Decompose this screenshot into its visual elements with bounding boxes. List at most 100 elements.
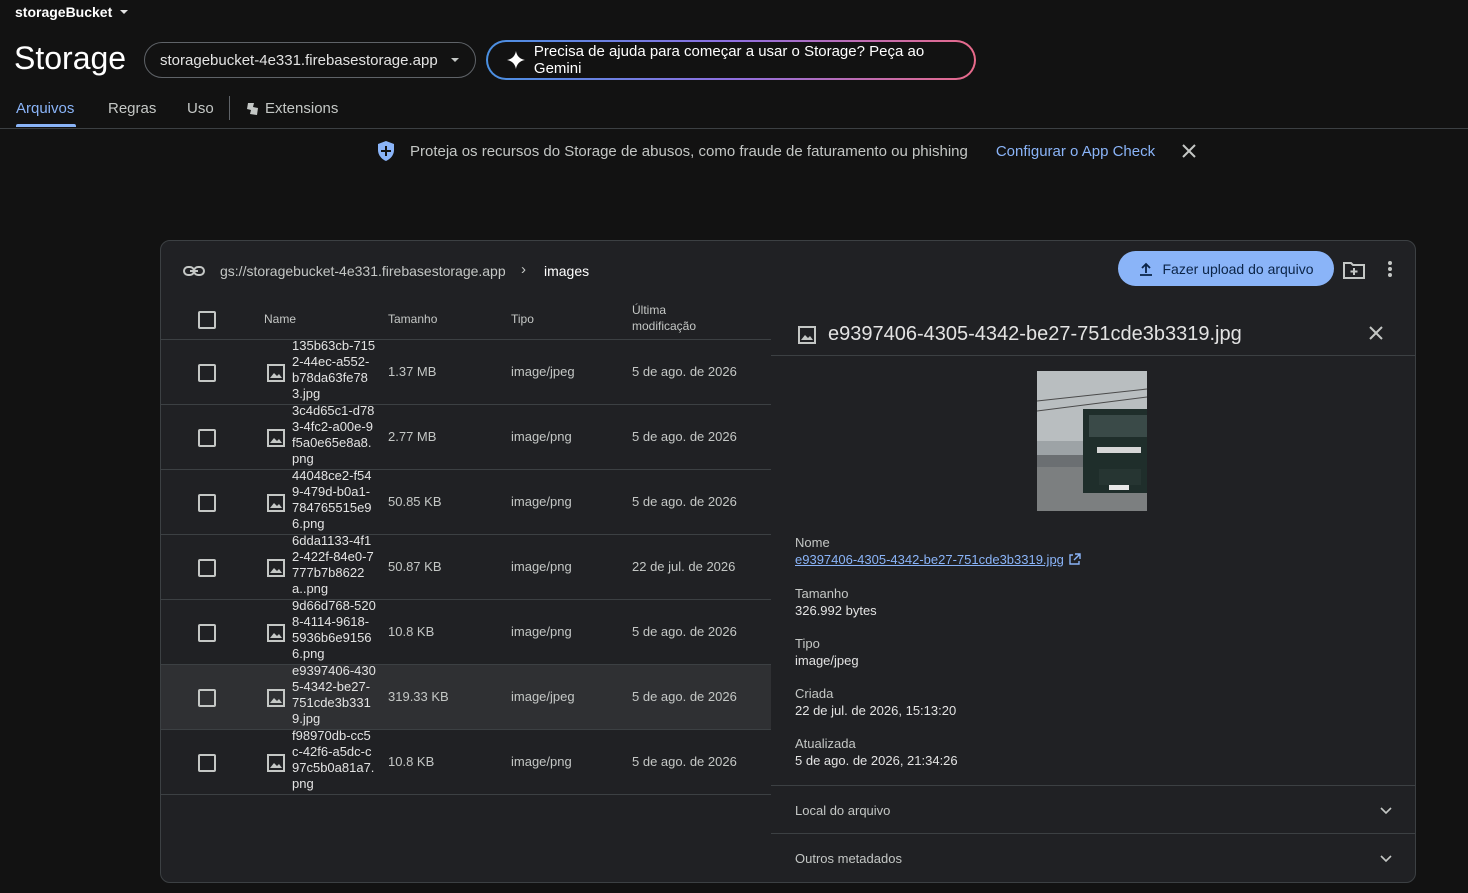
- chevron-down-icon: [1380, 807, 1392, 815]
- tab-uso[interactable]: Uso: [187, 100, 214, 117]
- banner-text: Proteja os recursos do Storage de abusos…: [410, 142, 968, 160]
- table-row[interactable]: 44048ce2-f549-479d-b0a1-784765515e96.png…: [161, 468, 771, 535]
- chevron-down-icon: [1380, 855, 1392, 863]
- image-icon: [267, 624, 285, 642]
- image-icon: [267, 754, 285, 772]
- sparkle-icon: [506, 51, 525, 69]
- page-title: Storage: [14, 40, 127, 76]
- upload-icon: [1139, 262, 1152, 276]
- tab-extensions[interactable]: Extensions: [245, 100, 338, 117]
- table-row[interactable]: e9397406-4305-4342-be27-751cde3b3319.jpg…: [161, 663, 771, 730]
- upload-file-label: Fazer upload do arquivo: [1162, 260, 1314, 277]
- project-selector[interactable]: storageBucket: [15, 4, 130, 20]
- table-row[interactable]: 135b63cb-7152-44ec-a552-b78da63fe783.jpg…: [161, 338, 771, 405]
- gemini-help-label: Precisa de ajuda para começar a usar o S…: [533, 43, 925, 77]
- image-icon: [267, 429, 285, 447]
- file-modified: 5 de ago. de 2026: [632, 364, 737, 379]
- link-icon[interactable]: [183, 263, 205, 279]
- file-type: image/png: [511, 429, 572, 444]
- file-modified: 22 de jul. de 2026: [632, 559, 736, 574]
- row-checkbox[interactable]: [198, 624, 216, 642]
- other-metadata-section[interactable]: Outros metadados: [771, 833, 1415, 882]
- meta-value: 326.992 bytes: [795, 603, 877, 618]
- meta-label: Criada: [795, 686, 834, 701]
- more-vert-icon[interactable]: [1387, 260, 1393, 278]
- configure-app-check-link[interactable]: Configurar o App Check: [996, 143, 1155, 160]
- active-tab-indicator: [16, 124, 76, 127]
- file-size: 10.8 KB: [388, 754, 435, 769]
- file-modified: 5 de ago. de 2026: [632, 624, 737, 639]
- new-folder-icon[interactable]: [1342, 260, 1366, 280]
- bucket-select[interactable]: storagebucket-4e331.firebasestorage.app: [144, 42, 476, 78]
- row-checkbox[interactable]: [198, 754, 216, 772]
- file-name-link[interactable]: e9397406-4305-4342-be27-751cde3b3319.jpg: [795, 552, 1081, 567]
- upload-file-button[interactable]: Fazer upload do arquivo: [1118, 251, 1334, 286]
- chevron-right-icon: ›: [521, 261, 526, 278]
- file-modified: 5 de ago. de 2026: [632, 754, 737, 769]
- col-name-header[interactable]: Name: [264, 312, 296, 326]
- meta-label: Nome: [795, 535, 830, 550]
- file-name[interactable]: 3c4d65c1-d783-4fc2-a00e-9f5a0e65e8a8.png: [292, 403, 376, 467]
- file-name[interactable]: 44048ce2-f549-479d-b0a1-784765515e96.png: [292, 468, 376, 532]
- caret-down-icon: [120, 10, 129, 14]
- image-icon: [798, 326, 816, 344]
- table-row[interactable]: 9d66d768-5208-4114-9618-5936b6e91566.png…: [161, 598, 771, 665]
- image-icon: [267, 689, 285, 707]
- project-name: storageBucket: [15, 4, 113, 20]
- file-size: 10.8 KB: [388, 624, 435, 639]
- row-checkbox[interactable]: [198, 494, 216, 512]
- caret-down-icon: [451, 58, 459, 62]
- row-checkbox[interactable]: [198, 364, 216, 382]
- meta-value: 22 de jul. de 2026, 15:13:20: [795, 703, 957, 718]
- gemini-help-button[interactable]: Precisa de ajuda para começar a usar o S…: [486, 40, 976, 80]
- details-header: e9397406-4305-4342-be27-751cde3b3319.jpg: [771, 301, 1415, 356]
- row-checkbox[interactable]: [198, 429, 216, 447]
- meta-label: Atualizada: [795, 736, 856, 751]
- details-title: e9397406-4305-4342-be27-751cde3b3319.jpg: [828, 323, 1242, 345]
- file-name[interactable]: f98970db-cc5c-42f6-a5dc-c97c5b0a81a7.png: [292, 728, 376, 792]
- table-header: Name Tamanho Tipo Última modificação: [161, 301, 771, 340]
- image-icon: [267, 559, 285, 577]
- image-preview: [1037, 371, 1147, 511]
- tab-extensions-label: Extensions: [265, 100, 339, 117]
- tab-divider: [229, 96, 230, 120]
- extension-icon: [247, 102, 258, 115]
- close-icon[interactable]: [1181, 143, 1197, 159]
- file-name[interactable]: e9397406-4305-4342-be27-751cde3b3319.jpg: [292, 663, 376, 727]
- shield-icon: [378, 141, 394, 161]
- file-name[interactable]: 9d66d768-5208-4114-9618-5936b6e91566.png: [292, 598, 376, 662]
- row-checkbox[interactable]: [198, 689, 216, 707]
- col-size-header[interactable]: Tamanho: [388, 312, 437, 326]
- file-location-label: Local do arquivo: [795, 803, 891, 818]
- file-size: 1.37 MB: [388, 364, 437, 379]
- file-type: image/png: [511, 624, 572, 639]
- file-location-section[interactable]: Local do arquivo: [771, 785, 1415, 834]
- select-all-checkbox[interactable]: [198, 311, 216, 329]
- col-type-header[interactable]: Tipo: [511, 312, 534, 326]
- path-bar: gs://storagebucket-4e331.firebasestorage…: [161, 241, 1415, 301]
- file-type: image/jpeg: [511, 364, 575, 379]
- table-row[interactable]: 6dda1133-4f12-422f-84e0-7777b7b8622a..pn…: [161, 533, 771, 600]
- file-browser-panel: gs://storagebucket-4e331.firebasestorage…: [160, 240, 1416, 883]
- tab-regras[interactable]: Regras: [108, 100, 156, 117]
- tab-arquivos[interactable]: Arquivos: [16, 100, 74, 117]
- breadcrumb-folder[interactable]: images: [544, 263, 589, 279]
- meta-value: 5 de ago. de 2026, 21:34:26: [795, 753, 958, 768]
- file-modified: 5 de ago. de 2026: [632, 689, 737, 704]
- breadcrumb-root[interactable]: gs://storagebucket-4e331.firebasestorage…: [220, 263, 506, 279]
- col-modified-header-line1[interactable]: Última: [632, 303, 666, 317]
- file-size: 2.77 MB: [388, 429, 437, 444]
- file-type: image/png: [511, 494, 572, 509]
- table-row[interactable]: 3c4d65c1-d783-4fc2-a00e-9f5a0e65e8a8.png…: [161, 403, 771, 470]
- close-icon[interactable]: [1368, 325, 1384, 341]
- file-details-panel: e9397406-4305-4342-be27-751cde3b3319.jpg…: [771, 301, 1415, 882]
- bucket-select-value: storagebucket-4e331.firebasestorage.app: [160, 51, 438, 69]
- file-name[interactable]: 6dda1133-4f12-422f-84e0-7777b7b8622a..pn…: [292, 533, 376, 597]
- table-row[interactable]: f98970db-cc5c-42f6-a5dc-c97c5b0a81a7.png…: [161, 728, 771, 795]
- app-check-banner: Proteja os recursos do Storage de abusos…: [376, 140, 1197, 162]
- file-name[interactable]: 135b63cb-7152-44ec-a552-b78da63fe783.jpg: [292, 338, 376, 402]
- row-checkbox[interactable]: [198, 559, 216, 577]
- col-modified-header-line2[interactable]: modificação: [632, 319, 696, 333]
- file-size: 50.87 KB: [388, 559, 442, 574]
- file-type: image/jpeg: [511, 689, 575, 704]
